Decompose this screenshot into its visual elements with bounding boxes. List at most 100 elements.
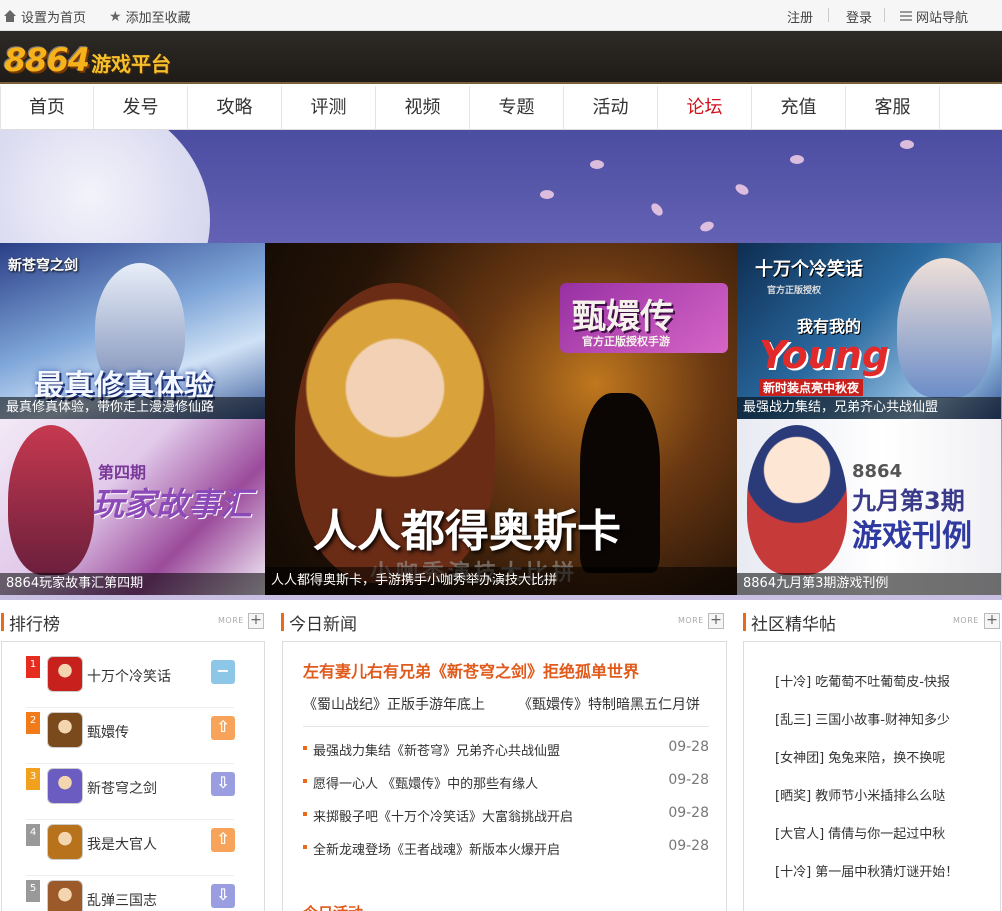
forum-post-link[interactable]: [大官人] 倩倩与你一起过中秋 xyxy=(775,823,945,842)
news-item-title: 来掷骰子吧《十万个冷笑话》大富翁挑战开启 xyxy=(313,810,574,825)
game-logo-badge: 甄嬛传 官方正版授权手游 xyxy=(560,283,728,353)
ranking-plus-icon[interactable]: + xyxy=(248,613,264,629)
ranking-row[interactable]: 4 我是大官人 ⇧ xyxy=(2,820,264,876)
game-icon[interactable] xyxy=(47,824,83,860)
nav-item[interactable]: 充值 xyxy=(752,86,846,130)
game-name[interactable]: 甄嬛传 xyxy=(87,722,129,742)
tile-caption: 8864玩家故事汇第四期 xyxy=(0,573,265,595)
list-icon xyxy=(900,11,912,22)
banner-tile-player-stories[interactable]: 第四期 玩家故事汇 8864玩家故事汇第四期 xyxy=(0,419,265,595)
tile-caption: 8864九月第3期游戏刊例 xyxy=(737,573,1001,595)
game-name[interactable]: 十万个冷笑话 xyxy=(87,666,171,686)
news-item[interactable]: 来掷骰子吧《十万个冷笑话》大富翁挑战开启 09-28 xyxy=(303,805,709,827)
news-item[interactable]: 全新龙魂登场《王者战魂》新版本火爆开启 09-28 xyxy=(303,838,709,860)
forum-post-link[interactable]: [十冷] 吃葡萄不吐葡萄皮-快报 xyxy=(775,671,950,690)
news-item-date: 09-28 xyxy=(668,739,709,755)
game-logo-subtext: 官方正版授权 xyxy=(767,286,822,296)
nav-item[interactable]: 发号 xyxy=(94,86,188,130)
star-icon: ★ xyxy=(109,8,122,25)
nav-item[interactable]: 专题 xyxy=(470,86,564,130)
game-logo-subtext: 官方正版授权手游 xyxy=(582,335,670,348)
news-subhead[interactable]: 《蜀山战纪》正版手游年底上 xyxy=(303,694,485,714)
rank-badge: 2 xyxy=(26,712,40,734)
news-more-link[interactable]: MORE xyxy=(678,616,704,625)
character-figure xyxy=(747,425,847,575)
rank-badge: 5 xyxy=(26,880,40,902)
forum-plus-icon[interactable]: + xyxy=(984,613,1000,629)
rank-badge: 3 xyxy=(26,768,40,790)
ranking-panel: 1 十万个冷笑话 − 2 甄嬛传 ⇧ 3 新苍穹之剑 ⇩ 4 我是大官人 ⇧ 5 乱弹三国志 ⇩ xyxy=(1,641,265,911)
site-nav-link[interactable]: 网站导航 xyxy=(900,7,968,26)
game-icon[interactable] xyxy=(47,712,83,748)
character-figure xyxy=(8,425,94,575)
bullet-icon xyxy=(303,812,307,816)
news-item[interactable]: 愿得一心人 《甄嬛传》中的那些有缘人 09-28 xyxy=(303,772,709,794)
tile-caption: 最真修真体验，带你走上漫漫修仙路 xyxy=(0,397,265,419)
news-plus-icon[interactable]: + xyxy=(708,613,724,629)
bullet-icon xyxy=(303,779,307,783)
tile-art-sub: 新时装点亮中秋夜 xyxy=(759,379,864,396)
banner-tile-joke-game[interactable]: 十万个冷笑话 官方正版授权 我有我的 Young 新时装点亮中秋夜 最强战力集结… xyxy=(737,243,1001,419)
forum-title: 社区精华帖 xyxy=(751,614,836,635)
forum-post-link[interactable]: [晒奖] 教师节小米插排么么哒 xyxy=(775,785,945,804)
trend-down-icon: ⇩ xyxy=(211,884,235,908)
game-name[interactable]: 我是大官人 xyxy=(87,834,157,854)
forum-post-link[interactable]: [女神团] 兔兔来陪，换不换呢 xyxy=(775,747,945,766)
game-icon[interactable] xyxy=(47,768,83,804)
site-logo[interactable]: 8864 游戏平台 xyxy=(4,41,171,79)
tile-art-word: Young xyxy=(759,333,890,377)
register-link[interactable]: 注册 xyxy=(787,7,813,26)
trend-up-icon: ⇧ xyxy=(211,716,235,740)
divider xyxy=(828,8,829,22)
nav-item[interactable]: 攻略 xyxy=(188,86,282,130)
game-logo-text: 新苍穹之剑 xyxy=(8,258,78,274)
ranking-row[interactable]: 3 新苍穹之剑 ⇩ xyxy=(2,764,264,820)
news-item-date: 09-28 xyxy=(668,805,709,821)
character-figure xyxy=(897,258,992,398)
login-link[interactable]: 登录 xyxy=(846,7,872,26)
petal-decoration xyxy=(733,182,751,197)
news-subhead[interactable]: 《甄嬛传》特制暗黑五仁月饼 xyxy=(518,694,700,714)
main-nav: 首页 发号 攻略 评测 视频 专题 活动 论坛 充值 客服 xyxy=(0,86,1002,130)
ranking-row[interactable]: 2 甄嬛传 ⇧ xyxy=(2,708,264,764)
banner-tile-september-issue[interactable]: 8864 九月第3期 游戏刊例 8864九月第3期游戏刊例 xyxy=(737,419,1001,595)
add-favorite-link[interactable]: ★ 添加至收藏 xyxy=(109,7,191,27)
home-icon xyxy=(3,10,17,23)
nav-item[interactable]: 视频 xyxy=(376,86,470,130)
rank-badge: 1 xyxy=(26,656,40,678)
news-headline[interactable]: 左有妻儿右有兄弟《新苍穹之剑》拒绝孤单世界 xyxy=(303,658,639,682)
nav-item[interactable]: 客服 xyxy=(846,86,940,130)
tile-caption: 最强战力集结，兄弟齐心共战仙盟 xyxy=(737,397,1001,419)
forum-more-link[interactable]: MORE xyxy=(953,616,979,625)
game-icon[interactable] xyxy=(47,880,83,911)
top-bar: 设置为首页 ★ 添加至收藏 注册 登录 网站导航 xyxy=(0,0,1002,31)
set-homepage-link[interactable]: 设置为首页 xyxy=(3,7,86,26)
tile-art-num: 8864 xyxy=(852,461,903,482)
ranking-row[interactable]: 1 十万个冷笑话 − xyxy=(2,652,264,708)
news-item[interactable]: 最强战力集结《新苍穹》兄弟齐心共战仙盟 09-28 xyxy=(303,739,709,761)
banner-tile-cultivation[interactable]: 新苍穹之剑 最真修真体验 最真修真体验，带你走上漫漫修仙路 xyxy=(0,243,265,419)
game-logo-text: 甄嬛传 xyxy=(572,297,674,337)
ranking-more-link[interactable]: MORE xyxy=(218,616,244,625)
forum-post-link[interactable]: [乱三] 三国小故事-财神知多少 xyxy=(775,709,950,728)
nav-item[interactable]: 活动 xyxy=(564,86,658,130)
logo-bar: 8864 游戏平台 xyxy=(0,31,1002,84)
game-logo-text: 十万个冷笑话 xyxy=(755,259,863,280)
game-name[interactable]: 新苍穹之剑 xyxy=(87,778,157,798)
nav-item[interactable]: 论坛 xyxy=(658,86,752,130)
nav-item[interactable]: 首页 xyxy=(0,86,94,130)
news-item-title: 最强战力集结《新苍穹》兄弟齐心共战仙盟 xyxy=(313,744,561,759)
trend-down-icon: ⇩ xyxy=(211,772,235,796)
tile-art-line2: 游戏刊例 xyxy=(852,519,972,554)
forum-post-link[interactable]: [十冷] 第一届中秋猜灯谜开始！ xyxy=(775,861,958,880)
banner-tile-oscar-main[interactable]: 甄嬛传 官方正版授权手游 人人都得奥斯卡 小咖秀演技大比拼 人人都得奥斯卡，手游… xyxy=(265,243,737,595)
accent-bar xyxy=(281,613,284,631)
nav-item[interactable]: 评测 xyxy=(282,86,376,130)
news-item-title: 全新龙魂登场《王者战魂》新版本火爆开启 xyxy=(313,843,561,858)
add-favorite-label: 添加至收藏 xyxy=(125,11,191,26)
petal-decoration xyxy=(540,190,554,199)
game-icon[interactable] xyxy=(47,656,83,692)
set-homepage-label: 设置为首页 xyxy=(21,11,87,26)
ranking-row[interactable]: 5 乱弹三国志 ⇩ xyxy=(2,876,264,911)
game-name[interactable]: 乱弹三国志 xyxy=(87,890,157,910)
